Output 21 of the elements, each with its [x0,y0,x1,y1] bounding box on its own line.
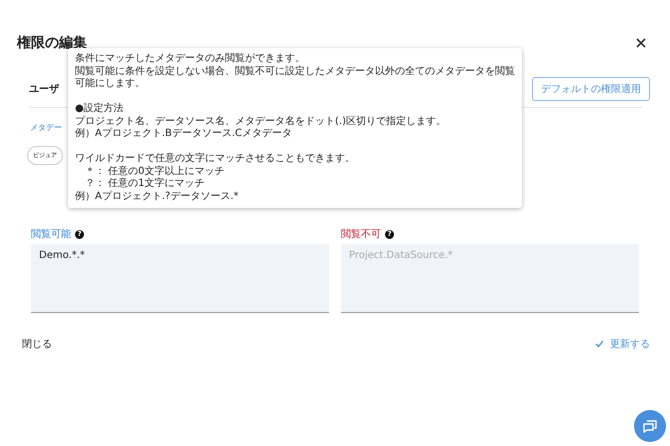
tooltip-text: 条件にマッチしたメタデータのみ閲覧ができます。 [75,53,306,66]
tooltip-text: ？： 任意の1文字にマッチ [84,178,206,190]
check-icon [595,340,604,348]
chat-button[interactable] [634,410,666,442]
tooltip-text: 閲覧可能に条件を設定しない場合、閲覧不可に設定したメタデータ以外の全てのメタデータを閲覧可能にします。 [75,66,515,90]
tooltip-text: ＊： 任意の0文字以上にマッチ [84,166,226,178]
dialog-title: 権限の編集 [17,34,87,52]
chat-bubbles-icon [642,418,658,434]
tooltip-text: 例）Aプロジェクト.Bデータソース.Cメタデータ [75,128,294,140]
close-icon[interactable] [634,36,648,50]
tooltip-text: プロジェクト名、データソース名、メタデータ名をドット(.)区切りで指定します。 [75,116,447,128]
section-title: ユーザ [29,82,59,96]
close-button[interactable]: 閉じる [22,335,52,353]
field-label: 閲覧不可 [341,228,381,241]
tooltip-text: ワイルドカードで任意の文字にマッチさせることもできます。 [75,153,356,166]
condition-field[interactable]: Project.DataSource.* [341,244,639,313]
condition-field[interactable]: Demo.*.* [31,244,329,313]
tooltip-text: ●設定方法 [75,103,125,116]
tooltip-text: 例）Aプロジェクト.?データソース.* [75,190,240,203]
field-label: 閲覧可能 [31,228,71,241]
metadata-link[interactable]: メタデー [30,122,62,133]
